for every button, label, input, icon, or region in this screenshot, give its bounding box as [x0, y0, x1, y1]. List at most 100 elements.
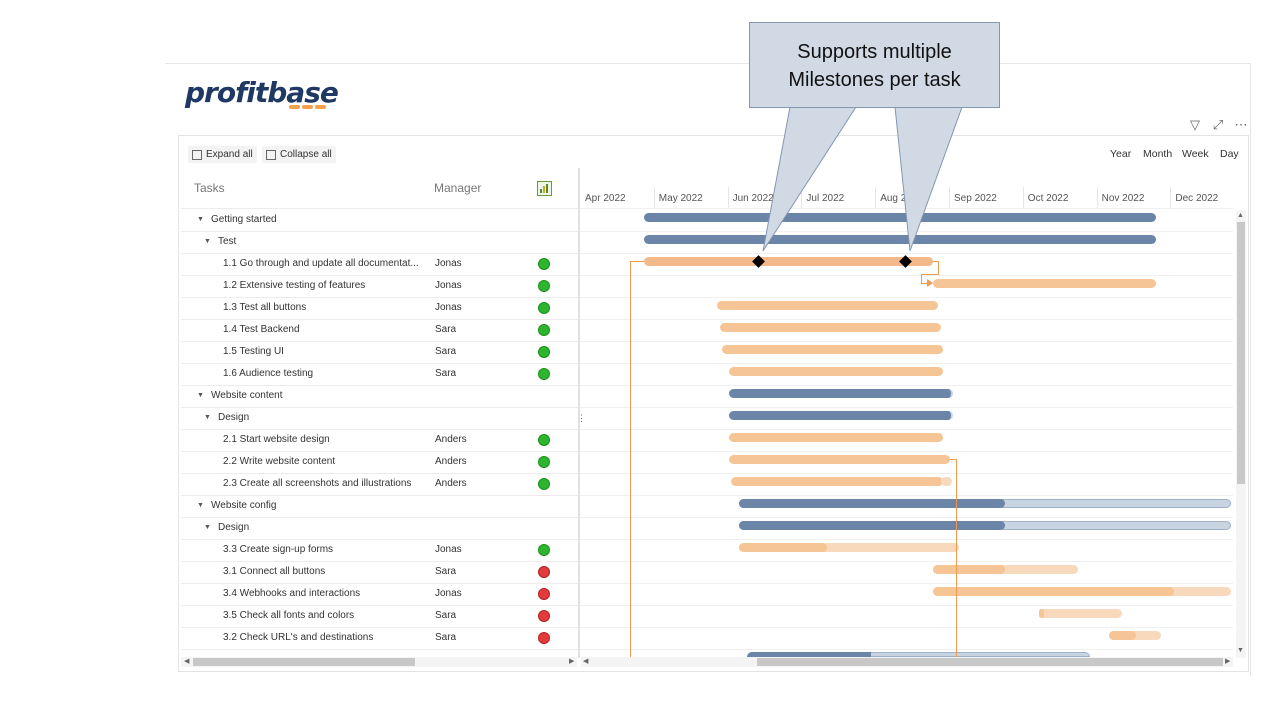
tasks-column-header[interactable]: Tasks: [194, 181, 225, 195]
status-indicator-green: [538, 456, 550, 468]
row-divider: [181, 517, 578, 518]
collapse-caret-icon[interactable]: ▼: [197, 499, 204, 513]
timeline-scroll-right-icon[interactable]: ▶: [1225, 657, 1230, 667]
task-bar[interactable]: [729, 433, 943, 442]
timeline-scroll-left-icon[interactable]: ◀: [583, 657, 588, 667]
vertical-scroll-thumb[interactable]: [1237, 222, 1245, 484]
timeline-row-divider: [580, 363, 1233, 364]
profitbase-logo: profitbase: [185, 76, 339, 110]
group-name[interactable]: Website content: [211, 389, 283, 403]
collapse-all-label: Collapse all: [280, 149, 332, 160]
group-name[interactable]: Website config: [211, 499, 276, 513]
timeline-row-divider: [580, 275, 1233, 276]
splitter-handle-icon[interactable]: ⋮: [577, 413, 586, 424]
task-bar[interactable]: [717, 301, 938, 310]
task-name[interactable]: 3.4 Webhooks and interactions: [223, 587, 360, 601]
group-name[interactable]: Test: [218, 235, 236, 249]
summary-bar[interactable]: [739, 521, 1005, 530]
bar-chart-icon[interactable]: [537, 181, 552, 196]
vertical-scrollbar[interactable]: [1236, 210, 1246, 658]
grid-scroll-left-icon[interactable]: ◀: [184, 657, 189, 667]
task-name[interactable]: 1.1 Go through and update all documentat…: [223, 257, 419, 271]
group-name[interactable]: Design: [218, 521, 249, 535]
task-name[interactable]: 2.3 Create all screenshots and illustrat…: [223, 477, 411, 491]
timeline-row-divider: [580, 473, 1233, 474]
task-name[interactable]: 1.6 Audience testing: [223, 367, 313, 381]
row-divider: [181, 297, 578, 298]
dependency-line: [921, 274, 922, 283]
task-bar[interactable]: [729, 455, 950, 464]
task-bar-remaining[interactable]: [941, 477, 952, 486]
row-divider: [181, 319, 578, 320]
summary-bar[interactable]: [739, 499, 1005, 508]
task-bar[interactable]: [722, 345, 943, 354]
task-name[interactable]: 1.3 Test all buttons: [223, 301, 306, 315]
grid-horizontal-scrollbar[interactable]: [181, 657, 577, 667]
task-name[interactable]: 3.1 Connect all buttons: [223, 565, 325, 579]
timeline-row-divider: [580, 649, 1233, 650]
collapse-caret-icon[interactable]: ▼: [204, 411, 211, 425]
task-bar-remaining[interactable]: [1039, 609, 1122, 618]
focus-mode-icon[interactable]: ⤢: [1211, 117, 1225, 133]
dependency-line: [630, 261, 631, 658]
month-divider: [1170, 187, 1172, 209]
expand-all-label: Expand all: [206, 149, 253, 160]
dependency-line: [921, 274, 939, 275]
status-indicator-red: [538, 610, 550, 622]
view-day-button[interactable]: Day: [1216, 145, 1243, 164]
manager-column-header[interactable]: Manager: [434, 181, 481, 195]
task-name[interactable]: 2.1 Start website design: [223, 433, 330, 447]
group-name[interactable]: Design: [218, 411, 249, 425]
view-year-button[interactable]: Year: [1106, 145, 1135, 164]
task-bar[interactable]: [731, 477, 943, 486]
task-bar[interactable]: [933, 587, 1174, 596]
task-bar[interactable]: [1109, 631, 1136, 640]
grid-scroll-right-icon[interactable]: ▶: [569, 657, 574, 667]
row-divider: [181, 583, 578, 584]
scroll-up-arrow-icon[interactable]: ▲: [1237, 211, 1244, 221]
status-indicator-red: [538, 588, 550, 600]
collapse-all-button[interactable]: Collapse all: [262, 146, 336, 163]
timeline-horizontal-scrollbar[interactable]: [581, 657, 1233, 667]
task-bar[interactable]: [933, 565, 1005, 574]
task-name[interactable]: 1.4 Test Backend: [223, 323, 300, 337]
month-label: Dec 2022: [1175, 193, 1219, 204]
status-indicator-green: [538, 346, 550, 358]
task-bar[interactable]: [933, 279, 1156, 288]
row-divider: [181, 605, 578, 606]
view-week-button[interactable]: Week: [1178, 145, 1213, 164]
collapse-caret-icon[interactable]: ▼: [197, 213, 204, 227]
manager-cell: Sara: [435, 368, 457, 379]
collapse-caret-icon[interactable]: ▼: [204, 521, 211, 535]
task-bar[interactable]: [739, 543, 827, 552]
timeline-scroll-thumb[interactable]: [757, 658, 1223, 666]
grid-scroll-thumb[interactable]: [193, 658, 415, 666]
task-name[interactable]: 3.3 Create sign-up forms: [223, 543, 333, 557]
group-name[interactable]: Getting started: [211, 213, 277, 227]
timeline-row-divider: [580, 297, 1233, 298]
collapse-caret-icon[interactable]: ▼: [197, 389, 204, 403]
task-bar[interactable]: [729, 367, 943, 376]
summary-bar[interactable]: [729, 411, 953, 420]
summary-bar[interactable]: [729, 389, 953, 398]
scroll-down-arrow-icon[interactable]: ▼: [1237, 646, 1244, 656]
collapse-caret-icon[interactable]: ▼: [204, 235, 211, 249]
task-name[interactable]: 3.5 Check all fonts and colors: [223, 609, 354, 623]
task-name[interactable]: 1.5 Testing UI: [223, 345, 284, 359]
more-options-icon[interactable]: ⋯: [1234, 117, 1248, 133]
row-divider: [181, 231, 578, 232]
expand-all-button[interactable]: Expand all: [188, 146, 257, 163]
filter-icon[interactable]: ▽: [1188, 117, 1202, 133]
manager-cell: Jonas: [435, 280, 462, 291]
month-label: May 2022: [658, 193, 703, 204]
task-name[interactable]: 2.2 Write website content: [223, 455, 335, 469]
row-divider: [181, 473, 578, 474]
task-bar[interactable]: [1039, 609, 1044, 618]
task-name[interactable]: 1.2 Extensive testing of features: [223, 279, 365, 293]
view-month-button[interactable]: Month: [1139, 145, 1176, 164]
manager-cell: Anders: [435, 478, 467, 489]
timeline-row-divider: [580, 451, 1233, 452]
task-bar[interactable]: [720, 323, 941, 332]
manager-cell: Sara: [435, 610, 457, 621]
task-name[interactable]: 3.2 Check URL's and destinations: [223, 631, 373, 645]
